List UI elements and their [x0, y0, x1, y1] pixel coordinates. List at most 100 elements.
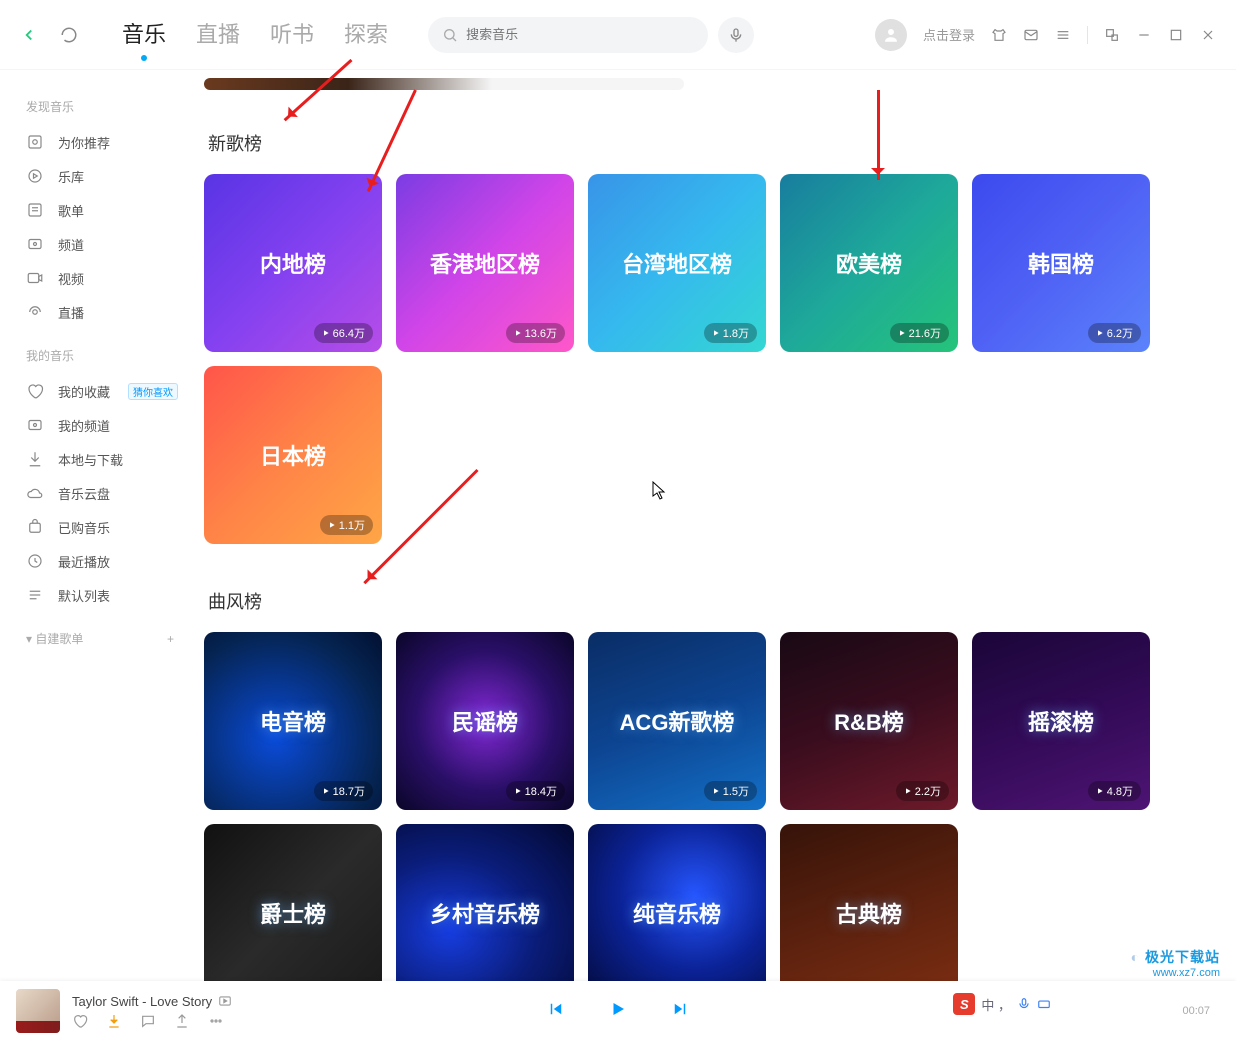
sidebar-item[interactable]: 最近播放: [22, 544, 178, 578]
chart-card-title: 古典榜: [836, 897, 902, 929]
chart-card[interactable]: 民谣榜18.4万: [396, 632, 574, 810]
banner-strip: [204, 78, 684, 90]
chart-card-title: R&B榜: [834, 705, 904, 737]
nav-refresh[interactable]: [60, 26, 78, 44]
sidebar-item[interactable]: 我的收藏猜你喜欢: [22, 374, 178, 408]
skin-icon[interactable]: [991, 27, 1007, 43]
chart-card-title: 欧美榜: [836, 247, 902, 279]
prev-button[interactable]: [547, 1000, 565, 1023]
mini-mode-icon[interactable]: [1104, 27, 1120, 43]
chart-card[interactable]: 纯音乐榜: [588, 824, 766, 981]
play-button[interactable]: [609, 1000, 627, 1023]
chart-card-title: 纯音乐榜: [633, 897, 721, 929]
chart-card-title: 电音榜: [260, 705, 326, 737]
chart-card[interactable]: 台湾地区榜1.8万: [588, 174, 766, 352]
chart-card-title: 日本榜: [260, 439, 326, 471]
sidebar-item-label: 我的频道: [58, 416, 110, 435]
share-icon[interactable]: [174, 1013, 190, 1029]
chart-card[interactable]: 内地榜66.4万: [204, 174, 382, 352]
sidebar-item[interactable]: 默认列表: [22, 578, 178, 612]
play-count: 4.8万: [1088, 781, 1141, 801]
new-charts-title: 新歌榜: [208, 130, 1220, 156]
sidebar-item-label: 最近播放: [58, 552, 110, 571]
chart-card[interactable]: R&B榜 2.2万: [780, 632, 958, 810]
chart-card[interactable]: 古典榜: [780, 824, 958, 981]
avatar[interactable]: [875, 19, 907, 51]
tab-live[interactable]: 直播: [196, 17, 240, 53]
playlist-icon: [26, 201, 44, 219]
sidebar-item-label: 乐库: [58, 167, 84, 186]
tab-music[interactable]: 音乐: [122, 17, 166, 53]
cursor-icon: [652, 481, 668, 501]
mail-icon[interactable]: [1023, 27, 1039, 43]
next-button[interactable]: [671, 1000, 689, 1023]
play-count: 18.7万: [314, 781, 373, 801]
chart-card[interactable]: 爵士榜: [204, 824, 382, 981]
watermark: ◐ 极光下载站 www.xz7.com: [1131, 947, 1220, 979]
album-art[interactable]: [16, 989, 60, 1033]
video-icon: [26, 269, 44, 287]
chart-card[interactable]: 日本榜1.1万: [204, 366, 382, 544]
channel-icon: [26, 235, 44, 253]
sidebar-item-label: 视频: [58, 269, 84, 288]
play-count: 13.6万: [506, 323, 565, 343]
chart-card[interactable]: 乡村音乐榜: [396, 824, 574, 981]
cloud-icon: [26, 484, 44, 502]
chart-card[interactable]: 香港地区榜13.6万: [396, 174, 574, 352]
ime-badge: S: [953, 993, 975, 1015]
sidebar-item[interactable]: 乐库: [22, 159, 178, 193]
tab-audiobook[interactable]: 听书: [270, 17, 314, 53]
tab-discover[interactable]: 探索: [344, 17, 388, 53]
play-count: 21.6万: [890, 323, 949, 343]
chart-card[interactable]: 欧美榜 21.6万: [780, 174, 958, 352]
search-box[interactable]: [428, 17, 708, 53]
nav-back[interactable]: [20, 26, 38, 44]
menu-icon[interactable]: [1055, 27, 1071, 43]
login-link[interactable]: 点击登录: [923, 25, 975, 44]
sidebar-item[interactable]: 我的频道: [22, 408, 178, 442]
chart-card[interactable]: 电音榜 18.7万: [204, 632, 382, 810]
chart-card-title: 乡村音乐榜: [430, 897, 540, 929]
comment-icon[interactable]: [140, 1013, 156, 1029]
like-icon[interactable]: [72, 1013, 88, 1029]
sidebar-item[interactable]: 本地与下载: [22, 442, 178, 476]
section-my[interactable]: 我的音乐: [26, 347, 178, 364]
sidebar-item[interactable]: 歌单: [22, 193, 178, 227]
sidebar-item[interactable]: 直播: [22, 295, 178, 329]
play-count: 2.2万: [896, 781, 949, 801]
ime-text: 中 ，: [981, 995, 1011, 1014]
sidebar-item[interactable]: 音乐云盘: [22, 476, 178, 510]
maximize-icon[interactable]: [1168, 27, 1184, 43]
search-input[interactable]: [466, 27, 694, 42]
close-icon[interactable]: [1200, 27, 1216, 43]
sidebar-item-label: 频道: [58, 235, 84, 254]
new-charts-grid: 内地榜66.4万香港地区榜13.6万台湾地区榜1.8万 欧美榜 21.6万 韩国榜6.…: [204, 174, 1220, 544]
more-icon[interactable]: [208, 1013, 224, 1029]
chart-card[interactable]: 摇滚榜4.8万: [972, 632, 1150, 810]
track-title[interactable]: Taylor Swift - Love Story: [72, 994, 232, 1009]
section-discover[interactable]: 发现音乐: [26, 98, 178, 115]
chart-card[interactable]: 韩国榜6.2万: [972, 174, 1150, 352]
annotation-arrow: [877, 90, 880, 180]
ime-bar: S 中 ，: [953, 993, 1051, 1015]
sidebar-item[interactable]: 已购音乐: [22, 510, 178, 544]
minimize-icon[interactable]: [1136, 27, 1152, 43]
create-playlist-button[interactable]: +: [167, 632, 174, 646]
style-charts-grid: 电音榜 18.7万 民谣榜18.4万ACG新歌榜1.5万 R&B榜 2.2万 摇滚榜4.8…: [204, 632, 1220, 981]
mv-icon[interactable]: [218, 994, 232, 1008]
mychannel-icon: [26, 416, 44, 434]
sidebar-item-label: 我的收藏: [58, 382, 110, 401]
voice-search-button[interactable]: [718, 17, 754, 53]
chart-card-title: 韩国榜: [1028, 247, 1094, 279]
sidebar-item[interactable]: 频道: [22, 227, 178, 261]
chart-card-title: 内地榜: [260, 247, 326, 279]
purchased-icon: [26, 518, 44, 536]
sidebar-item[interactable]: 为你推荐: [22, 125, 178, 159]
create-playlist-label[interactable]: ▾ 自建歌单: [26, 630, 83, 647]
sidebar-item-label: 已购音乐: [58, 518, 110, 537]
sidebar-item-label: 歌单: [58, 201, 84, 220]
default-list-icon: [26, 586, 44, 604]
chart-card[interactable]: ACG新歌榜1.5万: [588, 632, 766, 810]
sidebar-item[interactable]: 视频: [22, 261, 178, 295]
download-icon[interactable]: [106, 1013, 122, 1029]
